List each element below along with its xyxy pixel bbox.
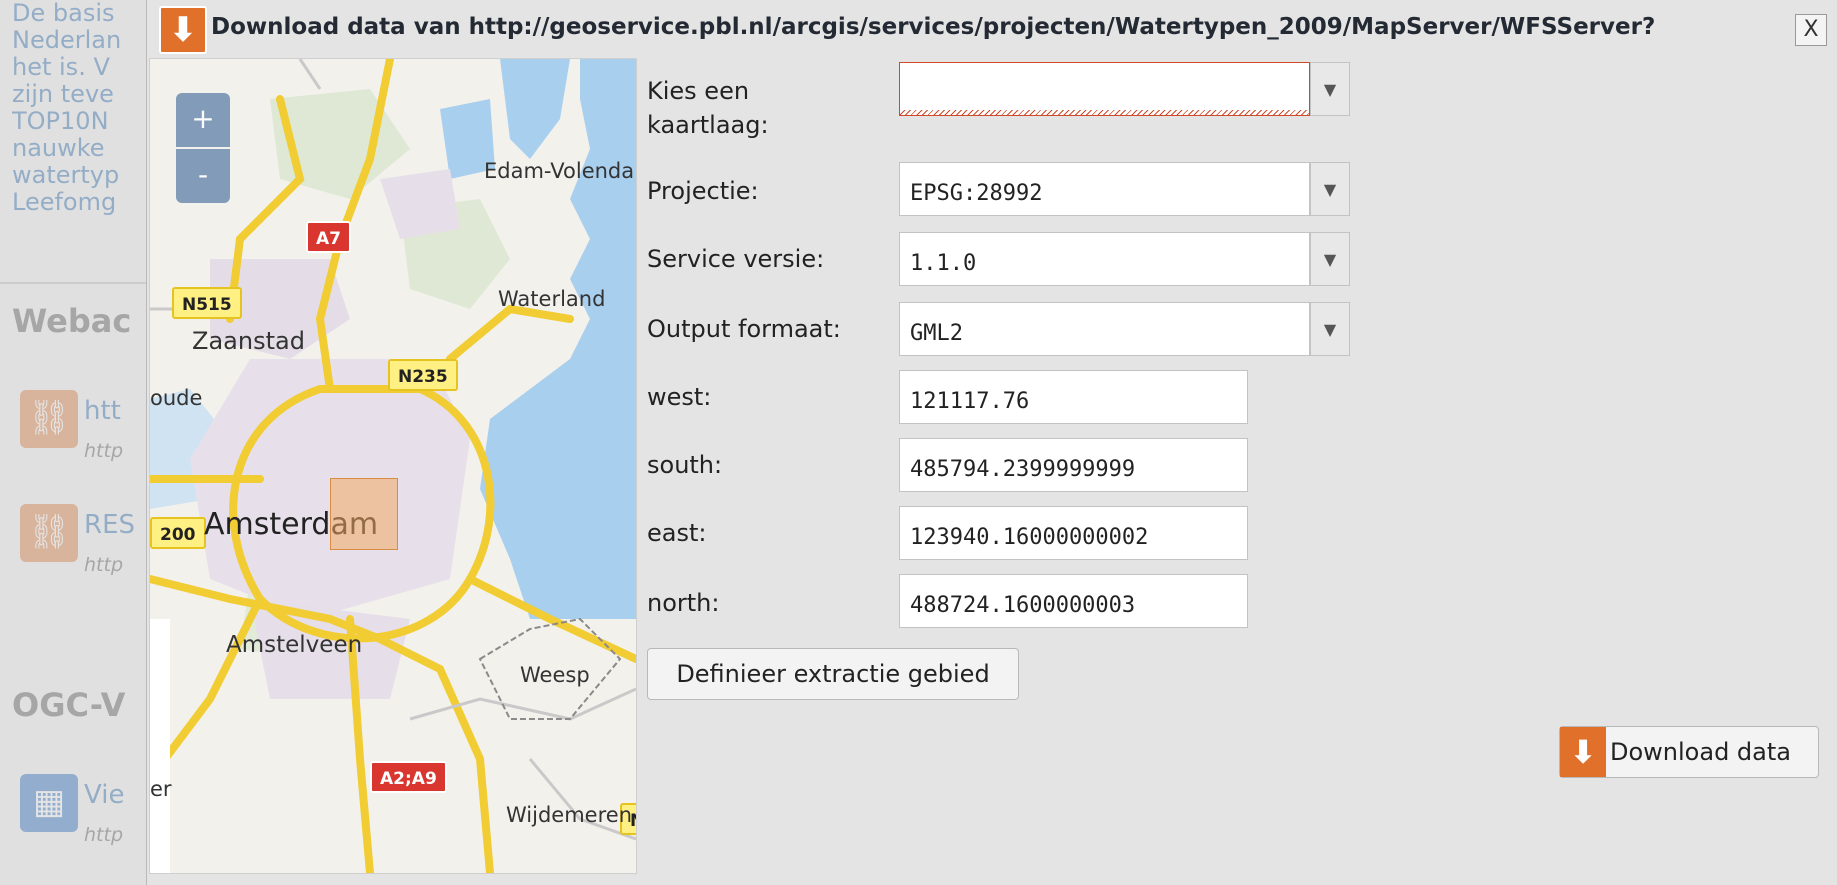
define-extent-button[interactable]: Definieer extractie gebied xyxy=(647,648,1019,700)
road-shield: A2;A9 xyxy=(370,761,447,793)
layer-select[interactable] xyxy=(899,62,1310,116)
extraction-extent-box[interactable] xyxy=(330,478,398,550)
zoom-in-button[interactable]: + xyxy=(176,93,230,147)
place-label: Wijdemeren xyxy=(506,803,632,827)
east-input[interactable]: 123940.16000000002 xyxy=(899,506,1248,560)
south-input[interactable]: 485794.2399999999 xyxy=(899,438,1248,492)
download-dialog: ⬇ Download data van http://geoservice.pb… xyxy=(146,0,1837,885)
road-shield: N235 xyxy=(388,359,458,391)
place-label: Weesp xyxy=(520,663,590,687)
chevron-down-icon[interactable]: ▼ xyxy=(1310,62,1350,116)
projection-label: Projectie: xyxy=(647,177,759,205)
place-label: Waterland xyxy=(498,287,606,311)
place-label: oude xyxy=(150,386,203,410)
road-shield: A7 xyxy=(306,221,351,253)
layer-label: Kies een kaartlaag: xyxy=(647,77,769,139)
place-label: er xyxy=(150,777,172,801)
south-label: south: xyxy=(647,451,723,479)
west-input[interactable]: 121117.76 xyxy=(899,370,1248,424)
road-shield: 200 xyxy=(150,517,206,549)
north-input[interactable]: 488724.1600000003 xyxy=(899,574,1248,628)
zoom-out-button[interactable]: - xyxy=(176,149,230,203)
close-button[interactable]: X xyxy=(1795,14,1827,46)
west-label: west: xyxy=(647,383,712,411)
extent-map[interactable]: + - A7 N515 N235 200 A2;A9 N Edam-Volend… xyxy=(149,58,637,874)
download-arrow-icon: ⬇ xyxy=(159,6,207,54)
projection-select[interactable]: EPSG:28992 xyxy=(899,162,1310,216)
chevron-down-icon[interactable]: ▼ xyxy=(1310,302,1350,356)
place-label: Amstelveen xyxy=(226,632,363,658)
format-select[interactable]: GML2 xyxy=(899,302,1310,356)
dialog-title: Download data van http://geoservice.pbl.… xyxy=(211,14,1656,40)
format-label: Output formaat: xyxy=(647,315,841,343)
download-button-label: Download data xyxy=(1610,738,1791,766)
download-data-button[interactable]: ⬇ Download data xyxy=(1559,726,1819,778)
place-label: Edam-Volendam xyxy=(484,159,636,183)
place-label: Zaanstad xyxy=(192,327,305,355)
chevron-down-icon[interactable]: ▼ xyxy=(1310,232,1350,286)
road-shield: N515 xyxy=(172,287,242,319)
chevron-down-icon[interactable]: ▼ xyxy=(1310,162,1350,216)
dialog-titlebar[interactable]: ⬇ Download data van http://geoservice.pb… xyxy=(147,0,1837,58)
east-label: east: xyxy=(647,519,707,547)
download-arrow-icon: ⬇ xyxy=(1560,727,1606,777)
version-label: Service versie: xyxy=(647,245,825,273)
north-label: north: xyxy=(647,589,720,617)
version-select[interactable]: 1.1.0 xyxy=(899,232,1310,286)
